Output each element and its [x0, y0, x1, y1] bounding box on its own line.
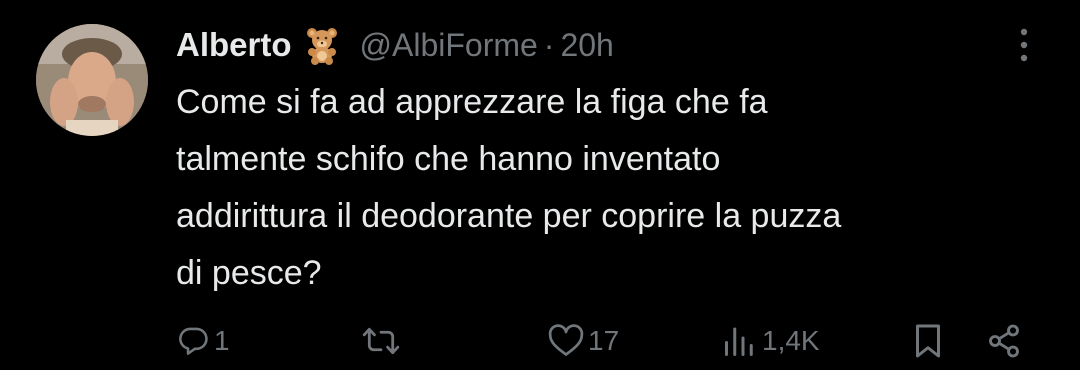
timestamp[interactable]: 20h — [560, 27, 613, 64]
more-options-icon[interactable] — [1012, 26, 1036, 64]
views-button[interactable]: 1,4K — [722, 318, 820, 364]
author-display-name[interactable]: Alberto — [176, 26, 292, 64]
avatar-image — [36, 24, 148, 136]
tweet-text: Come si fa ad apprezzare la figa che fa … — [176, 83, 842, 292]
header-separator: · — [543, 26, 555, 63]
like-button[interactable]: 17 — [548, 318, 619, 364]
action-bar: 1 17 1,4K — [0, 318, 1080, 364]
views-count: 1,4K — [762, 325, 820, 356]
share-button[interactable] — [986, 318, 1022, 364]
bookmark-button[interactable] — [912, 318, 944, 364]
reply-icon — [179, 327, 208, 355]
reply-count: 1 — [214, 325, 230, 356]
reply-button[interactable]: 1 — [176, 318, 230, 364]
heart-icon — [548, 324, 584, 356]
avatar[interactable] — [36, 24, 148, 136]
bookmark-icon — [916, 324, 940, 358]
retweet-icon — [362, 327, 400, 355]
author-handle[interactable]: @AlbiForme — [360, 27, 538, 64]
analytics-icon — [725, 327, 753, 356]
tweet-header: Alberto @AlbiForme · 20h — [176, 22, 614, 68]
share-icon — [989, 324, 1019, 358]
retweet-button[interactable] — [362, 318, 404, 364]
like-count: 17 — [588, 325, 620, 356]
teddy-bear-icon — [302, 25, 342, 65]
tweet[interactable]: Alberto @AlbiForme · 20h Come si fa ad a… — [0, 0, 1080, 370]
